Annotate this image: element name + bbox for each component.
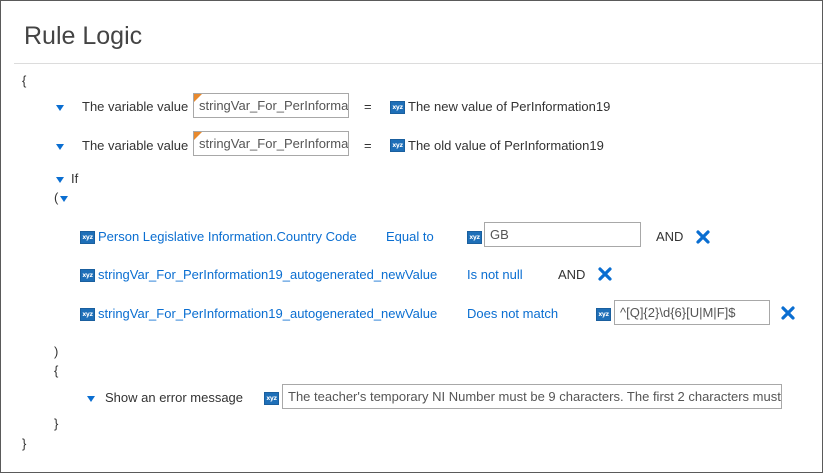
condition-operator[interactable]: Equal to bbox=[386, 229, 434, 244]
caret-down-icon[interactable] bbox=[56, 144, 64, 150]
assigned-value[interactable]: The new value of PerInformation19 bbox=[408, 99, 610, 114]
caret-down-icon[interactable] bbox=[56, 105, 64, 111]
statement-label: The variable value bbox=[82, 99, 189, 114]
rule-logic-panel: Rule Logic { The variable value stringVa… bbox=[0, 0, 823, 473]
action-label: Show an error message bbox=[105, 390, 244, 405]
variable-field[interactable]: stringVar_For_PerInformation19_autogener… bbox=[193, 131, 349, 156]
assign-operator: = bbox=[364, 99, 372, 114]
and-connector: AND bbox=[558, 267, 586, 282]
error-message-input[interactable]: The teacher's temporary NI Number must b… bbox=[282, 384, 782, 409]
assign-operator: = bbox=[364, 138, 372, 153]
condition-field[interactable]: stringVar_For_PerInformation19_autogener… bbox=[98, 267, 437, 282]
xyz-variable-icon: xyz bbox=[80, 231, 95, 244]
condition-operator[interactable]: Does not match bbox=[467, 306, 558, 321]
condition-value-input[interactable]: ^[Q]{2}\d{6}[U|M|F]$ bbox=[614, 300, 770, 325]
caret-down-icon[interactable] bbox=[87, 396, 95, 402]
assigned-value[interactable]: The old value of PerInformation19 bbox=[408, 138, 604, 153]
and-connector: AND bbox=[656, 229, 684, 244]
caret-down-icon[interactable] bbox=[56, 177, 64, 183]
delete-x-icon[interactable] bbox=[780, 305, 796, 321]
xyz-variable-icon: xyz bbox=[467, 231, 482, 244]
caret-down-icon[interactable] bbox=[60, 196, 68, 202]
condition-field[interactable]: stringVar_For_PerInformation19_autogener… bbox=[98, 306, 437, 321]
variable-field[interactable]: stringVar_For_PerInformation19_autogener… bbox=[193, 93, 349, 118]
delete-x-icon[interactable] bbox=[695, 229, 711, 245]
xyz-variable-icon: xyz bbox=[596, 308, 611, 321]
then-close-brace: } bbox=[54, 416, 59, 431]
if-close-paren: ) bbox=[54, 344, 59, 359]
xyz-variable-icon: xyz bbox=[390, 139, 405, 152]
title-divider bbox=[14, 63, 822, 64]
outer-open-brace: { bbox=[22, 73, 27, 88]
if-open-paren: ( bbox=[54, 190, 59, 205]
if-label: If bbox=[71, 171, 79, 186]
condition-field[interactable]: Person Legislative Information.Country C… bbox=[98, 229, 357, 244]
condition-operator[interactable]: Is not null bbox=[467, 267, 523, 282]
delete-x-icon[interactable] bbox=[597, 266, 613, 282]
xyz-variable-icon: xyz bbox=[264, 392, 279, 405]
xyz-variable-icon: xyz bbox=[80, 269, 95, 282]
statement-label: The variable value bbox=[82, 138, 189, 153]
outer-close-brace: } bbox=[22, 436, 27, 451]
condition-value-input[interactable]: GB bbox=[484, 222, 641, 247]
page-title: Rule Logic bbox=[24, 22, 143, 50]
xyz-variable-icon: xyz bbox=[390, 101, 405, 114]
then-open-brace: { bbox=[54, 363, 59, 378]
xyz-variable-icon: xyz bbox=[80, 308, 95, 321]
